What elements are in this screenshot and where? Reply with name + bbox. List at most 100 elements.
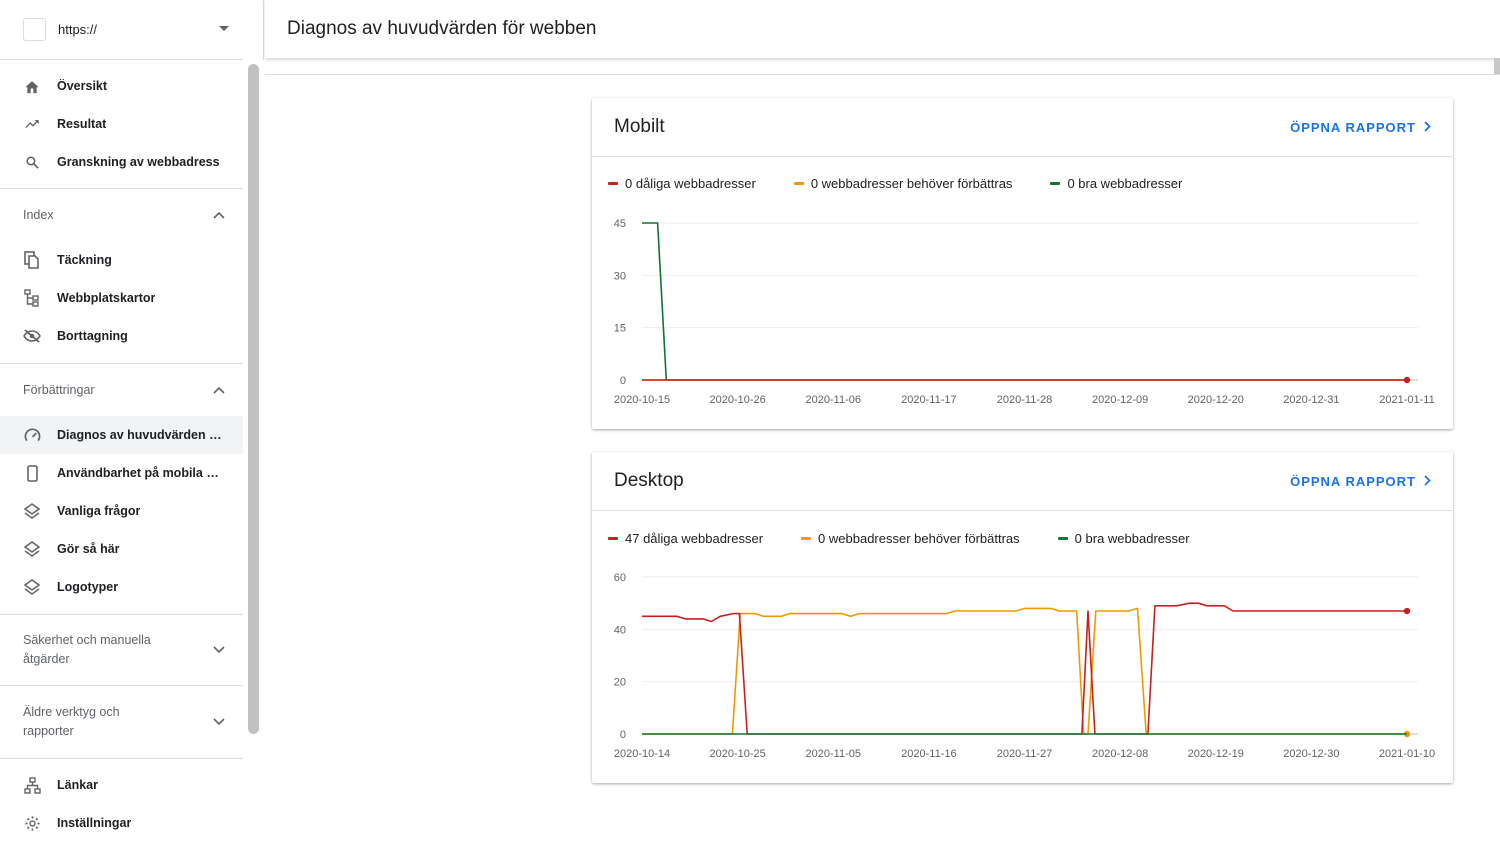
nav-label: Användbarhet på mobila en... bbox=[57, 466, 222, 480]
card-header: Mobilt ÖPPNA RAPPORT bbox=[592, 98, 1453, 157]
open-report-label: ÖPPNA RAPPORT bbox=[1290, 473, 1416, 489]
x-tick-label: 2020-10-15 bbox=[614, 394, 670, 406]
x-tick-label: 2020-12-19 bbox=[1188, 748, 1244, 760]
x-tick-label: 2020-11-17 bbox=[901, 394, 956, 406]
nav-item-faq[interactable]: Vanliga frågor bbox=[0, 492, 243, 530]
nav: Översikt Resultat Granskning av webbadre… bbox=[0, 60, 243, 842]
speed-icon bbox=[23, 426, 41, 444]
nav-item-performance[interactable]: Resultat bbox=[0, 105, 243, 143]
x-tick-label: 2020-10-25 bbox=[709, 748, 765, 760]
x-tick-label: 2020-11-27 bbox=[997, 748, 1052, 760]
main-scrollbar[interactable] bbox=[1494, 58, 1500, 74]
page-title: Diagnos av huvudvärden för webben bbox=[287, 18, 597, 39]
x-tick-label: 2020-12-09 bbox=[1092, 394, 1148, 406]
home-icon bbox=[23, 77, 41, 95]
section-enhancements[interactable]: Förbättringar bbox=[0, 364, 243, 416]
line-chart-svg: 0 15 30 45 2020-10-15 2020-10-26 2020-11-06 202… bbox=[614, 218, 1435, 406]
series-line-improve bbox=[642, 607, 1407, 735]
x-tick-label: 2020-11-28 bbox=[997, 394, 1052, 406]
x-tick-label: 2020-11-05 bbox=[806, 748, 861, 760]
chevron-up-icon bbox=[213, 208, 225, 222]
x-tick-label: 2020-10-14 bbox=[614, 748, 670, 760]
card-title: Mobilt bbox=[614, 116, 665, 137]
y-tick-label: 60 bbox=[614, 572, 626, 584]
nav-label: Borttagning bbox=[57, 329, 128, 343]
nav-item-howto[interactable]: Gör så här bbox=[0, 530, 243, 568]
y-tick-label: 20 bbox=[614, 677, 626, 689]
nav-label: Logotyper bbox=[57, 580, 119, 594]
copy-icon bbox=[23, 251, 41, 269]
y-tick-label: 0 bbox=[620, 729, 626, 741]
nav-label: Länkar bbox=[57, 778, 98, 792]
section-label-line: rapporter bbox=[23, 724, 74, 738]
nav-item-links[interactable]: Länkar bbox=[0, 766, 243, 804]
links-icon bbox=[23, 776, 41, 794]
section-label-line: Äldre verktyg och bbox=[23, 705, 120, 719]
x-tick-label: 2020-11-16 bbox=[901, 748, 956, 760]
x-tick-label: 2020-11-06 bbox=[806, 394, 861, 406]
sidebar-scrollbar[interactable] bbox=[248, 64, 259, 734]
section-security[interactable]: Säkerhet och manuella åtgärder bbox=[0, 615, 243, 685]
sitemap-icon bbox=[23, 289, 41, 307]
nav-label: Diagnos av huvudvärden fö... bbox=[57, 428, 222, 442]
layers-icon bbox=[23, 502, 41, 520]
divider bbox=[265, 74, 1500, 75]
section-legacy[interactable]: Äldre verktyg och rapporter bbox=[0, 686, 243, 758]
chart-desktop: 47 dåliga webbadresser 0 webbadresser be… bbox=[592, 511, 1453, 781]
section-index[interactable]: Index bbox=[0, 189, 243, 241]
nav-item-url-inspection[interactable]: Granskning av webbadress bbox=[0, 143, 243, 181]
y-tick-label: 45 bbox=[614, 218, 626, 230]
trending-up-icon bbox=[23, 115, 41, 133]
dropdown-arrow-icon[interactable] bbox=[219, 26, 229, 31]
series-end-point-poor bbox=[1403, 376, 1411, 384]
property-url: https:// bbox=[58, 22, 98, 37]
x-tick-label: 2020-12-08 bbox=[1092, 748, 1148, 760]
series-end-point-poor bbox=[1403, 607, 1411, 615]
x-tick-label: 2020-12-20 bbox=[1188, 394, 1244, 406]
layers-icon bbox=[23, 540, 41, 558]
page-header: Diagnos av huvudvärden för webben bbox=[265, 0, 1500, 58]
nav-label: Webbplatskartor bbox=[57, 291, 156, 305]
nav-item-settings[interactable]: Inställningar bbox=[0, 804, 243, 842]
layers-icon bbox=[23, 578, 41, 596]
search-icon bbox=[23, 153, 41, 171]
open-report-button[interactable]: ÖPPNA RAPPORT bbox=[1290, 474, 1431, 489]
y-tick-label: 30 bbox=[614, 270, 626, 282]
chevron-right-icon bbox=[1424, 474, 1431, 489]
x-tick-label: 2021-01-11 bbox=[1379, 394, 1434, 406]
nav-label: Gör så här bbox=[57, 542, 120, 556]
section-label-line: åtgärder bbox=[23, 652, 70, 666]
open-report-label: ÖPPNA RAPPORT bbox=[1290, 119, 1416, 135]
chevron-down-icon bbox=[213, 715, 225, 729]
card-title: Desktop bbox=[614, 470, 684, 491]
nav-label: Vanliga frågor bbox=[57, 504, 141, 518]
nav-item-mobile-usability[interactable]: Användbarhet på mobila en... bbox=[0, 454, 243, 492]
nav-item-logos[interactable]: Logotyper bbox=[0, 568, 243, 606]
y-tick-label: 0 bbox=[620, 375, 626, 387]
nav-item-overview[interactable]: Översikt bbox=[0, 67, 243, 105]
series-line-poor bbox=[642, 602, 1407, 735]
property-selector[interactable]: https:// bbox=[0, 0, 243, 60]
section-label: Index bbox=[23, 207, 54, 222]
nav-item-coverage[interactable]: Täckning bbox=[0, 241, 243, 279]
report-card-mobile: Mobilt ÖPPNA RAPPORT 0 dåliga webbadress… bbox=[592, 98, 1453, 429]
nav-label: Granskning av webbadress bbox=[57, 155, 220, 169]
section-label-line: Säkerhet och manuella bbox=[23, 633, 151, 647]
y-tick-label: 40 bbox=[614, 624, 626, 636]
section-label: Äldre verktyg och rapporter bbox=[23, 703, 120, 741]
nav-item-sitemaps[interactable]: Webbplatskartor bbox=[0, 279, 243, 317]
card-header: Desktop ÖPPNA RAPPORT bbox=[592, 452, 1453, 511]
sidebar: https:// Översikt Resultat Granskning av… bbox=[0, 0, 264, 831]
y-tick-label: 15 bbox=[614, 323, 626, 335]
chevron-down-icon bbox=[213, 643, 225, 657]
settings-icon bbox=[23, 814, 41, 832]
open-report-button[interactable]: ÖPPNA RAPPORT bbox=[1290, 120, 1431, 135]
nav-label: Översikt bbox=[57, 79, 108, 93]
line-chart-svg: 0 20 40 60 2020-10-14 2020-10-25 2020-11-05 202… bbox=[614, 572, 1435, 760]
nav-item-core-web-vitals[interactable]: Diagnos av huvudvärden fö... bbox=[0, 416, 243, 454]
nav-label: Inställningar bbox=[57, 816, 132, 830]
nav-item-removals[interactable]: Borttagning bbox=[0, 317, 243, 355]
property-favicon bbox=[23, 18, 46, 41]
smartphone-icon bbox=[23, 464, 41, 482]
x-tick-label: 2020-10-26 bbox=[709, 394, 765, 406]
